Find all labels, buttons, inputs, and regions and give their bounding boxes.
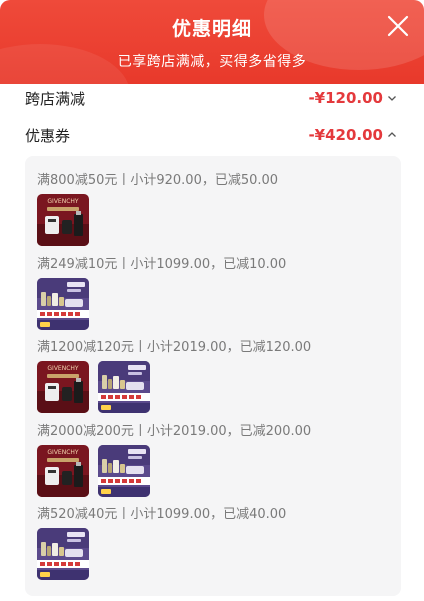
product-thumbnail-skincare-set[interactable] — [37, 528, 89, 580]
cross-store-discount-row[interactable]: 跨店满减 -¥120.00 — [25, 85, 397, 111]
product-thumbnail-givenchy[interactable]: GIVENCHY — [37, 445, 89, 497]
skincare-gift-set-image — [37, 528, 89, 580]
product-thumbnail-givenchy[interactable]: GIVENCHY — [37, 361, 89, 413]
skincare-gift-set-image — [98, 361, 150, 413]
cross-store-discount-value: -¥120.00 — [308, 89, 383, 107]
givenchy-gift-box-image: GIVENCHY — [37, 445, 89, 497]
givenchy-gift-box-image: GIVENCHY — [37, 361, 89, 413]
chevron-down-icon[interactable] — [387, 93, 397, 103]
coupon-amount[interactable]: -¥420.00 — [308, 126, 397, 144]
coupon-row[interactable]: 优惠券 -¥420.00 — [25, 122, 397, 148]
givenchy-brand-text: GIVENCHY — [47, 365, 79, 372]
discount-detail-header: 优惠明细 已享跨店满减，买得多省得多 — [0, 0, 424, 84]
givenchy-brand-text: GIVENCHY — [47, 449, 79, 456]
product-thumbnail-skincare-set[interactable] — [98, 445, 150, 497]
skincare-gift-set-image — [37, 278, 89, 330]
close-icon[interactable] — [386, 14, 410, 38]
cross-store-discount-amount[interactable]: -¥120.00 — [308, 89, 397, 107]
coupon-detail-card: 满800减50元丨小计920.00，已减50.00 GIVENCHY 满249减… — [25, 156, 401, 596]
close-button[interactable] — [386, 14, 410, 38]
givenchy-gift-box-image: GIVENCHY — [37, 194, 89, 246]
coupon-product-list — [37, 278, 98, 330]
header-subtitle: 已享跨店满减，买得多省得多 — [117, 54, 307, 70]
coupon-product-list: GIVENCHY — [37, 445, 159, 497]
coupon-rule-text: 满2000减200元丨小计2019.00，已减200.00 — [37, 424, 312, 439]
product-thumbnail-givenchy[interactable]: GIVENCHY — [37, 194, 89, 246]
coupon-product-list: GIVENCHY — [37, 194, 98, 246]
coupon-value: -¥420.00 — [308, 126, 383, 144]
coupon-product-list: GIVENCHY — [37, 361, 159, 413]
coupon-product-list — [37, 528, 98, 580]
product-thumbnail-skincare-set[interactable] — [37, 278, 89, 330]
coupon-rule-text: 满800减50元丨小计920.00，已减50.00 — [37, 173, 279, 188]
coupon-rule-text: 满520减40元丨小计1099.00，已减40.00 — [37, 507, 287, 522]
coupon-rule-text: 满1200减120元丨小计2019.00，已减120.00 — [37, 340, 312, 355]
chevron-up-icon[interactable] — [387, 130, 397, 140]
cross-store-discount-label: 跨店满减 — [25, 89, 86, 108]
givenchy-brand-text: GIVENCHY — [47, 198, 79, 205]
page-title: 优惠明细 — [171, 18, 252, 40]
coupon-label: 优惠券 — [25, 126, 71, 145]
product-thumbnail-skincare-set[interactable] — [98, 361, 150, 413]
skincare-gift-set-image — [98, 445, 150, 497]
coupon-rule-text: 满249减10元丨小计1099.00，已减10.00 — [37, 257, 287, 272]
